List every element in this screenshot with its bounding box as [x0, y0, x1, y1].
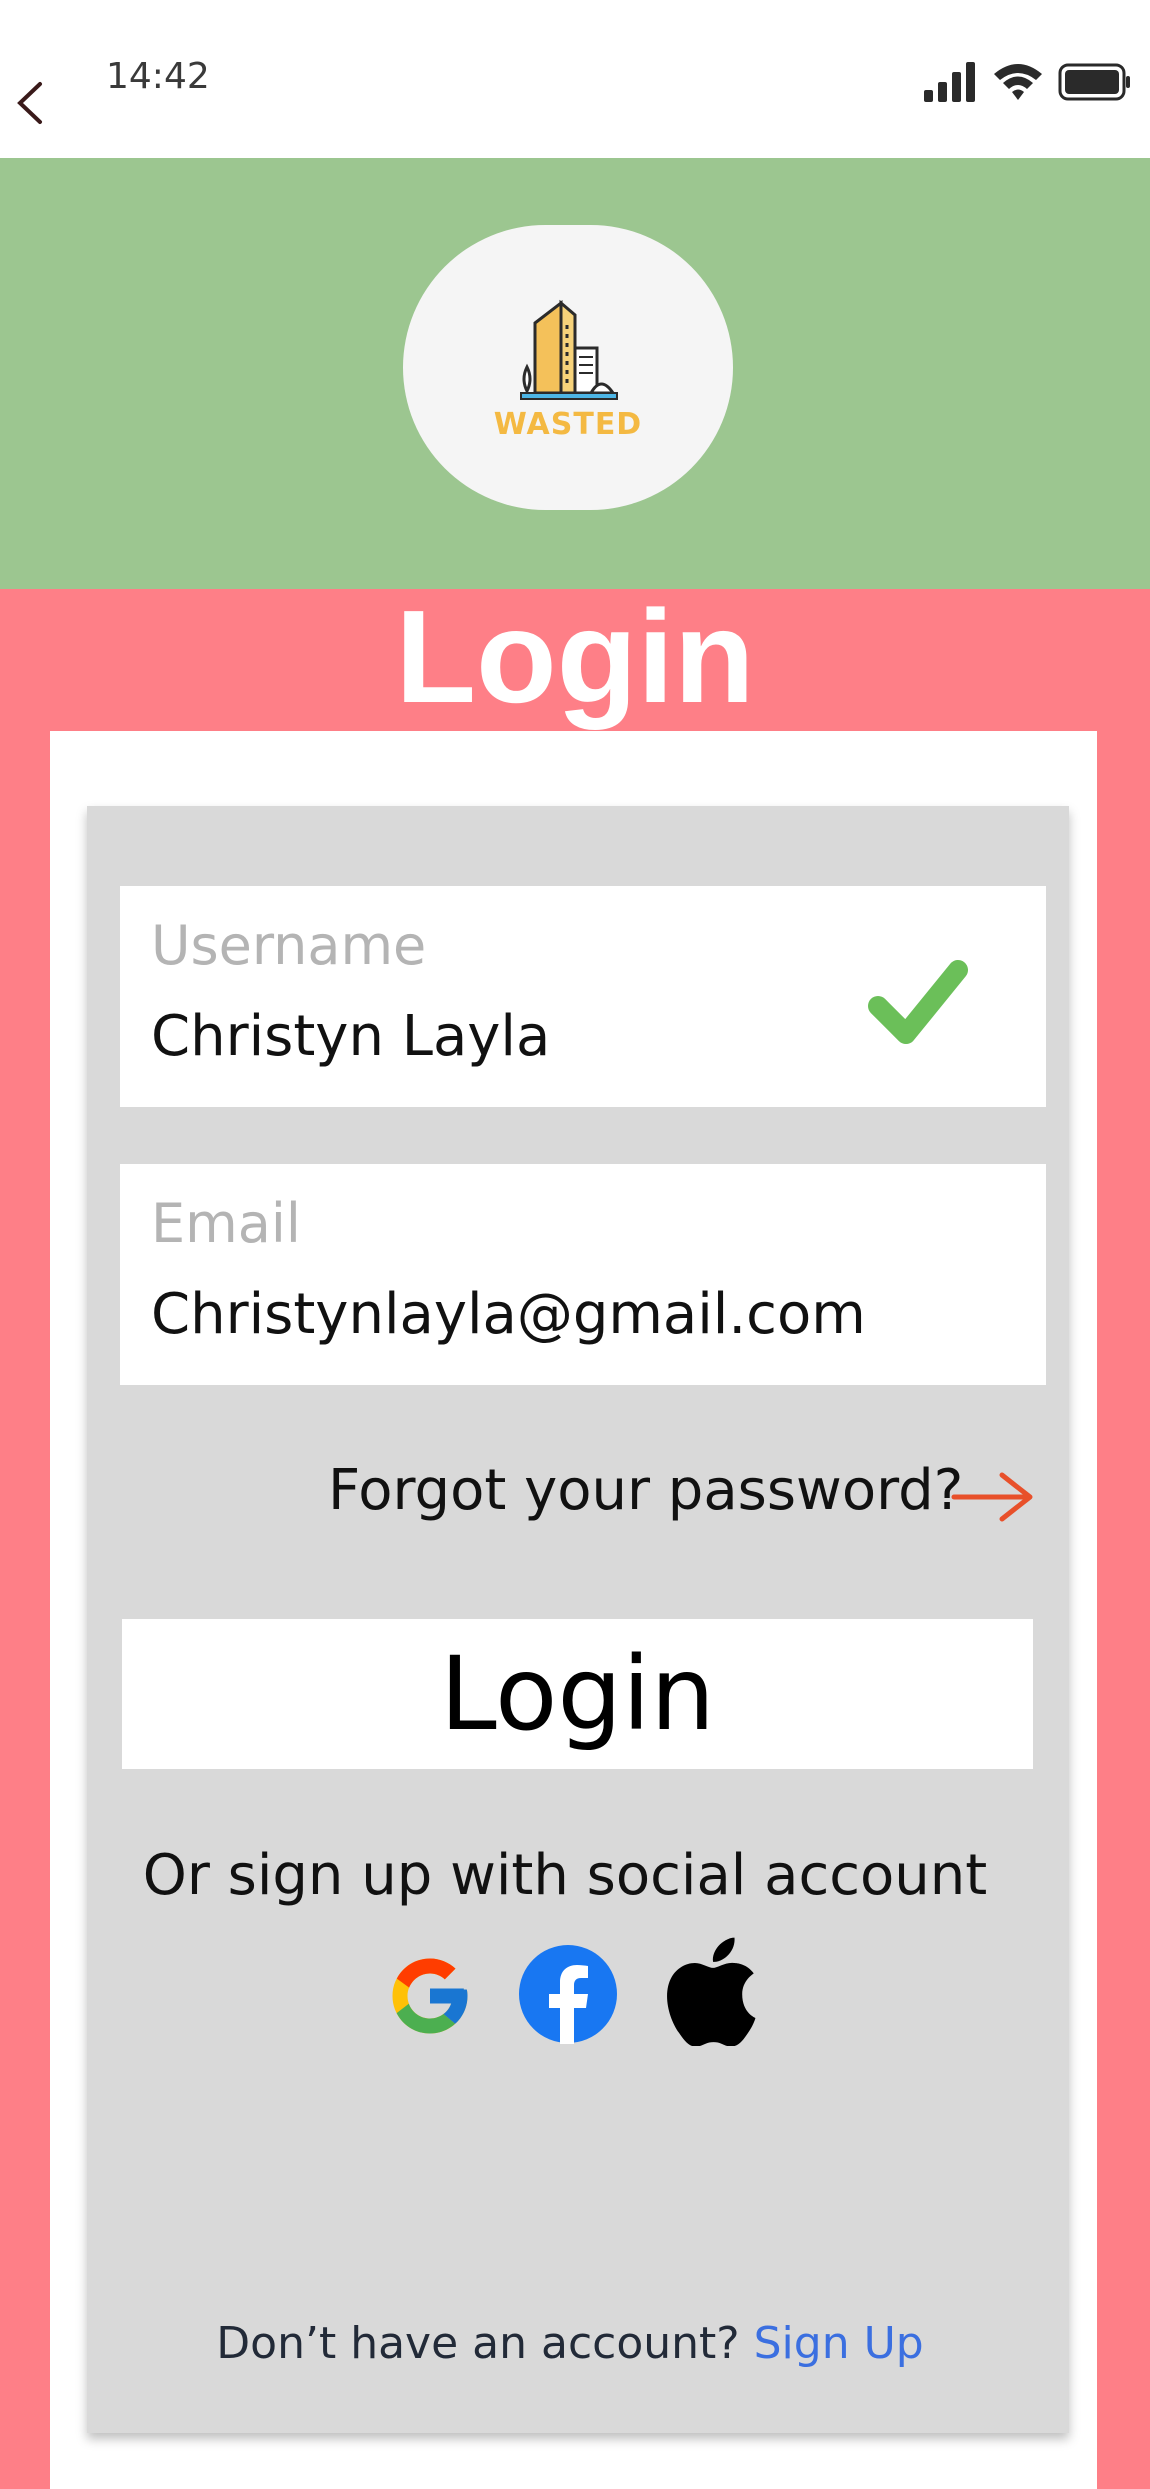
page-title: Login — [395, 583, 755, 730]
logo-text: WASTED — [493, 407, 643, 442]
signup-prompt: Don’t have an account? Sign Up — [0, 2318, 1140, 2369]
forgot-password-link[interactable]: Forgot your password? — [328, 1458, 963, 1523]
arrow-right-icon[interactable] — [950, 1470, 1035, 1524]
google-icon[interactable] — [385, 1946, 485, 2046]
signal-icon — [924, 62, 975, 102]
check-icon — [868, 956, 968, 1046]
app-logo: WASTED — [403, 225, 733, 510]
social-prompt: Or sign up with social account — [142, 1843, 988, 1908]
status-time: 14:42 — [106, 56, 210, 97]
login-button[interactable]: Login — [122, 1619, 1033, 1769]
username-label: Username — [151, 914, 427, 977]
signup-link[interactable]: Sign Up — [754, 2318, 924, 2369]
no-account-text: Don’t have an account? — [216, 2318, 740, 2369]
username-value[interactable]: Christyn Layla — [151, 1004, 550, 1069]
email-label: Email — [151, 1192, 301, 1255]
status-bar: 14:42 — [0, 0, 1150, 158]
email-value[interactable]: Christynlayla@gmail.com — [151, 1282, 866, 1347]
building-logo-icon — [520, 299, 618, 400]
back-icon[interactable] — [10, 78, 50, 128]
apple-icon[interactable] — [665, 1936, 765, 2047]
facebook-icon[interactable] — [518, 1944, 618, 2044]
status-icons — [922, 62, 1132, 102]
wifi-icon — [994, 64, 1042, 100]
username-field[interactable]: Username Christyn Layla — [120, 886, 1046, 1107]
email-field[interactable]: Email Christynlayla@gmail.com — [120, 1164, 1046, 1385]
battery-icon — [1058, 63, 1130, 101]
